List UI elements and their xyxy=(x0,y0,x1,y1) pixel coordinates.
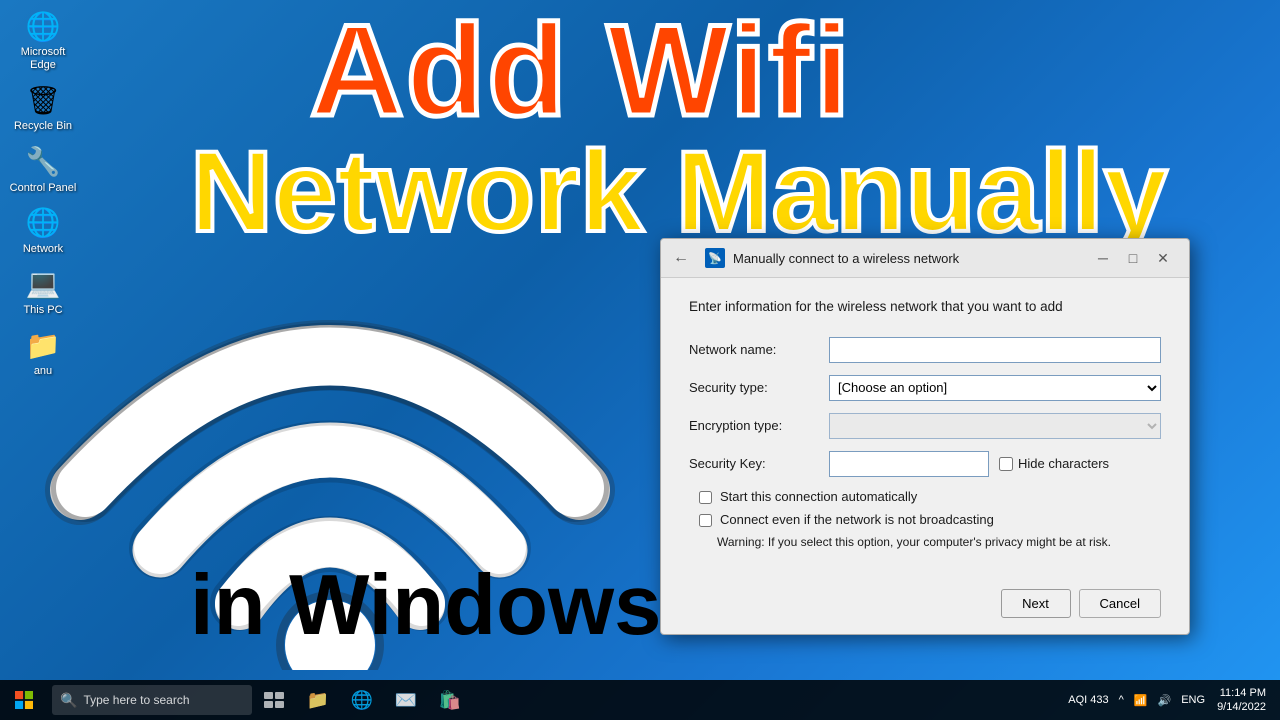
dialog-titlebar: ← 📡 Manually connect to a wireless netwo… xyxy=(661,239,1189,278)
maximize-button[interactable]: □ xyxy=(1119,247,1147,269)
security-type-control: [Choose an option] No authentication (Op… xyxy=(829,375,1161,401)
hide-characters-label[interactable]: Hide characters xyxy=(1018,456,1109,471)
dialog-description: Enter information for the wireless netwo… xyxy=(689,298,1161,317)
cancel-button[interactable]: Cancel xyxy=(1079,589,1161,618)
next-button[interactable]: Next xyxy=(1001,589,1071,618)
dialog-footer: Next Cancel xyxy=(661,577,1189,634)
back-button[interactable]: ← xyxy=(673,249,689,267)
security-type-label: Security type: xyxy=(689,380,829,395)
desktop-icon-anu[interactable]: 📁 anu xyxy=(8,327,78,378)
connect-broadcast-label[interactable]: Connect even if the network is not broad… xyxy=(720,512,994,527)
network-icon-desktop: 🌐 xyxy=(25,205,61,241)
tray-aqi[interactable]: AQI 433 xyxy=(1064,692,1112,708)
titlebar-controls: ─ □ ✕ xyxy=(1089,247,1177,269)
desktop-icons: 🌐 Microsoft Edge 🗑 Recycle Bin 🔧 Control… xyxy=(8,8,78,378)
edge-label: Microsoft Edge xyxy=(8,46,78,72)
wifi-symbol xyxy=(30,170,630,670)
file-explorer-button[interactable]: 📁 xyxy=(296,680,340,720)
encryption-type-row: Encryption type: xyxy=(689,413,1161,439)
edge-taskbar-button[interactable]: 🌐 xyxy=(340,680,384,720)
control-panel-icon: 🔧 xyxy=(25,144,61,180)
network-name-input[interactable] xyxy=(829,337,1161,363)
this-pc-icon: 💻 xyxy=(25,266,61,302)
start-button[interactable] xyxy=(0,680,48,720)
task-view-icon xyxy=(264,692,284,708)
start-auto-checkbox[interactable] xyxy=(699,491,712,504)
tray-volume-icon[interactable]: 🔊 xyxy=(1154,692,1176,709)
anu-label: anu xyxy=(34,365,52,378)
network-name-row: Network name: xyxy=(689,337,1161,363)
desktop-icon-recycle[interactable]: 🗑 Recycle Bin xyxy=(8,82,78,133)
desktop-icon-network[interactable]: 🌐 Network xyxy=(8,205,78,256)
hide-characters-checkbox[interactable] xyxy=(999,457,1013,471)
security-type-row: Security type: [Choose an option] No aut… xyxy=(689,375,1161,401)
network-name-label: Network name: xyxy=(689,342,829,357)
recycle-label: Recycle Bin xyxy=(14,120,72,133)
tray-time[interactable]: 11:14 PM 9/14/2022 xyxy=(1211,684,1272,717)
start-auto-label[interactable]: Start this connection automatically xyxy=(720,489,917,504)
dialog-title: Manually connect to a wireless network xyxy=(733,251,959,266)
recycle-icon: 🗑 xyxy=(25,82,61,118)
titlebar-left: ← 📡 Manually connect to a wireless netwo… xyxy=(673,248,959,268)
windows-logo-icon xyxy=(15,691,33,709)
taskbar-search[interactable]: 🔍 Type here to search xyxy=(52,685,252,715)
connect-broadcast-row: Connect even if the network is not broad… xyxy=(689,512,1161,527)
security-key-input[interactable] xyxy=(829,451,989,477)
encryption-type-label: Encryption type: xyxy=(689,418,829,433)
anu-icon: 📁 xyxy=(25,327,61,363)
mail-button[interactable]: ✉️ xyxy=(384,680,428,720)
edge-icon: 🌐 xyxy=(25,8,61,44)
security-key-row: Security Key: Hide characters xyxy=(689,451,1161,477)
encryption-type-control xyxy=(829,413,1161,439)
security-key-label: Security Key: xyxy=(689,456,829,471)
close-button[interactable]: ✕ xyxy=(1149,247,1177,269)
taskbar-search-icon: 🔍 xyxy=(60,692,77,709)
network-name-control xyxy=(829,337,1161,363)
desktop-icon-this-pc[interactable]: 💻 This PC xyxy=(8,266,78,317)
warning-text: Warning: If you select this option, your… xyxy=(717,535,1161,549)
tray-lang[interactable]: ENG xyxy=(1177,692,1209,708)
store-button[interactable]: 🛍️ xyxy=(428,680,472,720)
tray-chevron[interactable]: ^ xyxy=(1115,692,1128,708)
task-view-button[interactable] xyxy=(252,680,296,720)
dialog-window: ← 📡 Manually connect to a wireless netwo… xyxy=(660,238,1190,635)
minimize-button[interactable]: ─ xyxy=(1089,247,1117,269)
tray-network-icon[interactable]: 📶 xyxy=(1130,692,1152,709)
network-dialog-icon: 📡 xyxy=(705,248,725,268)
control-panel-label: Control Panel xyxy=(10,182,77,195)
network-label: Network xyxy=(23,243,63,256)
security-type-select[interactable]: [Choose an option] No authentication (Op… xyxy=(829,375,1161,401)
connect-broadcast-checkbox[interactable] xyxy=(699,514,712,527)
taskbar-search-text: Type here to search xyxy=(83,693,189,707)
desktop-icon-edge[interactable]: 🌐 Microsoft Edge xyxy=(8,8,78,72)
start-auto-row: Start this connection automatically xyxy=(689,489,1161,504)
encryption-type-select[interactable] xyxy=(829,413,1161,439)
system-tray: AQI 433 ^ 📶 🔊 ENG 11:14 PM 9/14/2022 xyxy=(1064,684,1280,717)
hide-chars-area: Hide characters xyxy=(999,456,1109,471)
desktop-icon-control-panel[interactable]: 🔧 Control Panel xyxy=(8,144,78,195)
this-pc-label: This PC xyxy=(23,304,62,317)
taskbar: 🔍 Type here to search 📁 🌐 ✉️ 🛍️ AQI 433 … xyxy=(0,680,1280,720)
dialog-content: Enter information for the wireless netwo… xyxy=(661,278,1189,577)
